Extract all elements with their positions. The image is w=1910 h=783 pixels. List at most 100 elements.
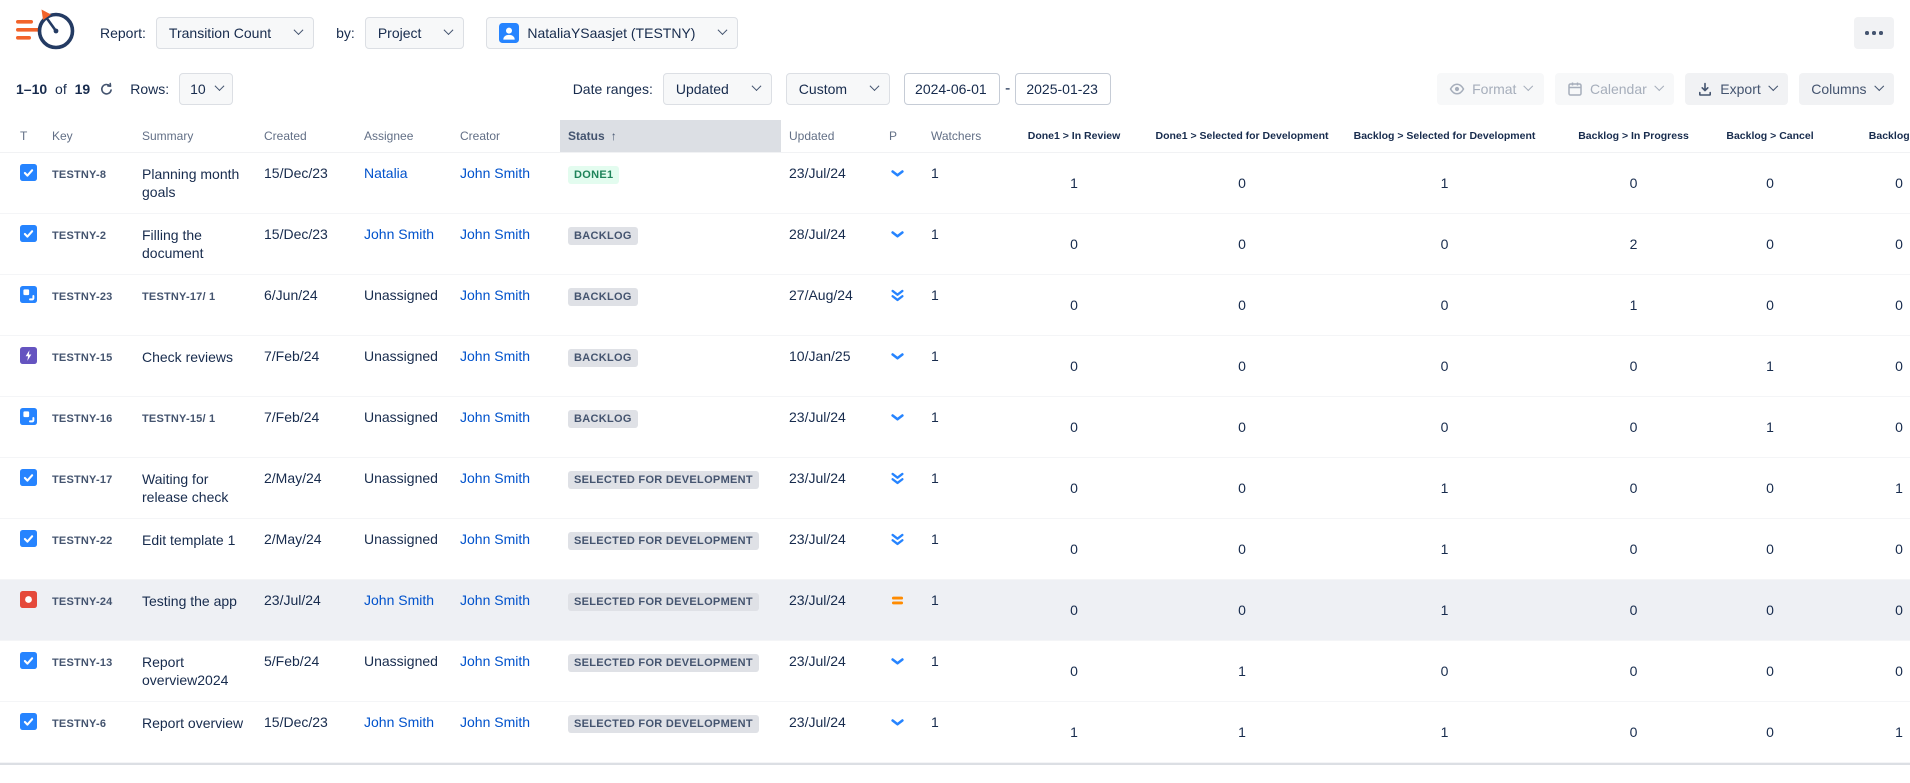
- format-button[interactable]: Format: [1437, 73, 1544, 105]
- transition-count-cell-2: 0: [1337, 641, 1552, 702]
- assignee-link[interactable]: John Smith: [364, 592, 434, 608]
- export-button[interactable]: Export: [1685, 73, 1788, 105]
- watchers-count: 1: [931, 348, 939, 364]
- created-cell: 2/May/24: [256, 519, 356, 580]
- report-label: Report:: [100, 25, 146, 41]
- creator-link[interactable]: John Smith: [460, 653, 530, 669]
- assignee-link[interactable]: John Smith: [364, 714, 434, 730]
- by-label: by:: [336, 25, 355, 41]
- issue-row-testny-6[interactable]: TESTNY-6Report overview15/Dec/23John Smi…: [0, 702, 1910, 763]
- issue-key: TESTNY-8: [52, 169, 106, 181]
- created-cell: 15/Dec/23: [256, 702, 356, 763]
- transition-count-cell-4: 1: [1715, 397, 1825, 458]
- group-by-select[interactable]: Project: [365, 17, 465, 49]
- date-separator: -: [1005, 80, 1010, 98]
- column-header-p[interactable]: P: [881, 120, 923, 153]
- assignee-link[interactable]: John Smith: [364, 226, 434, 242]
- column-header-t[interactable]: T: [0, 120, 44, 153]
- transition-count-cell-4: 1: [1715, 336, 1825, 397]
- column-header-watchers[interactable]: Watchers: [923, 120, 1001, 153]
- column-header-backlog-in-progress[interactable]: Backlog > In Progress: [1552, 120, 1715, 153]
- project-select[interactable]: NataliaYSaasjet (TESTNY): [486, 17, 738, 49]
- transition-count-cell-2: 0: [1337, 397, 1552, 458]
- chevron-down-icon: [1654, 81, 1663, 90]
- updated-cell: 23/Jul/24: [781, 702, 881, 763]
- creator-link[interactable]: John Smith: [460, 470, 530, 486]
- chevron-down-icon: [1874, 81, 1883, 90]
- assignee-link[interactable]: Natalia: [364, 165, 408, 181]
- column-header-creator[interactable]: Creator: [452, 120, 560, 153]
- priority-lowest-icon: [889, 531, 906, 548]
- transition-count-cell-0: 0: [1001, 519, 1147, 580]
- created-cell: 23/Jul/24: [256, 580, 356, 641]
- transition-count-cell-5: 0: [1825, 153, 1910, 214]
- transition-count-cell-2: 0: [1337, 214, 1552, 275]
- transition-count-cell-3: 0: [1552, 702, 1715, 763]
- creator-link[interactable]: John Smith: [460, 409, 530, 425]
- updated-date: 23/Jul/24: [789, 409, 846, 425]
- report-type-select[interactable]: Transition Count: [156, 17, 314, 49]
- created-cell: 15/Dec/23: [256, 153, 356, 214]
- calendar-button[interactable]: Calendar: [1555, 73, 1674, 105]
- assignee-text: Unassigned: [364, 287, 438, 303]
- priority-low-icon: [889, 226, 906, 243]
- created-cell: 7/Feb/24: [256, 397, 356, 458]
- priority-cell: [881, 702, 923, 763]
- creator-link[interactable]: John Smith: [460, 348, 530, 364]
- status-cell: DONE1: [560, 153, 781, 214]
- column-header-done1-in-review[interactable]: Done1 > In Review: [1001, 120, 1147, 153]
- date-from-input[interactable]: [904, 73, 1000, 105]
- column-header-updated[interactable]: Updated: [781, 120, 881, 153]
- watchers-cell: 1: [923, 336, 1001, 397]
- issue-row-testny-2[interactable]: TESTNY-2Filling the document15/Dec/23Joh…: [0, 214, 1910, 275]
- creator-link[interactable]: John Smith: [460, 531, 530, 547]
- issue-summary-cell: Waiting for release check: [134, 458, 256, 519]
- creator-link[interactable]: John Smith: [460, 226, 530, 242]
- transition-count-cell-1: 0: [1147, 153, 1337, 214]
- assignee-cell: Unassigned: [356, 641, 452, 702]
- rows-per-page-select[interactable]: 10: [179, 73, 233, 105]
- column-header-backlog-cancel[interactable]: Backlog > Cancel: [1715, 120, 1825, 153]
- date-mode-select[interactable]: Custom: [786, 73, 890, 105]
- issue-row-testny-13[interactable]: TESTNY-13Report overview20245/Feb/24Unas…: [0, 641, 1910, 702]
- issue-type-cell: [0, 641, 44, 702]
- column-header-backlog-c[interactable]: Backlog > C: [1825, 120, 1910, 153]
- issue-summary-cell: Report overview2024: [134, 641, 256, 702]
- creator-link[interactable]: John Smith: [460, 714, 530, 730]
- transition-count-cell-3: 0: [1552, 153, 1715, 214]
- creator-link[interactable]: John Smith: [460, 165, 530, 181]
- table-header-row: TKeySummaryCreatedAssigneeCreatorStatus↑…: [0, 120, 1910, 153]
- date-to-input[interactable]: [1015, 73, 1111, 105]
- watchers-count: 1: [931, 409, 939, 425]
- column-header-created[interactable]: Created: [256, 120, 356, 153]
- more-options-button[interactable]: [1854, 17, 1894, 49]
- column-header-key[interactable]: Key: [44, 120, 134, 153]
- columns-button[interactable]: Columns: [1799, 73, 1894, 105]
- project-avatar-icon: [499, 23, 519, 43]
- creator-link[interactable]: John Smith: [460, 287, 530, 303]
- column-header-done1-selected-for-development[interactable]: Done1 > Selected for Development: [1147, 120, 1337, 153]
- column-header-backlog-selected-for-development[interactable]: Backlog > Selected for Development: [1337, 120, 1552, 153]
- issue-row-testny-8[interactable]: TESTNY-8Planning month goals15/Dec/23Nat…: [0, 153, 1910, 214]
- issue-row-testny-17[interactable]: TESTNY-17Waiting for release check2/May/…: [0, 458, 1910, 519]
- creator-link[interactable]: John Smith: [460, 592, 530, 608]
- issue-row-testny-16[interactable]: TESTNY-16TESTNY-15/ 17/Feb/24UnassignedJ…: [0, 397, 1910, 458]
- created-date: 23/Jul/24: [264, 592, 321, 608]
- column-header-summary[interactable]: Summary: [134, 120, 256, 153]
- updated-date: 23/Jul/24: [789, 470, 846, 486]
- created-cell: 5/Feb/24: [256, 641, 356, 702]
- creator-cell: John Smith: [452, 702, 560, 763]
- transition-count-cell-4: 0: [1715, 458, 1825, 519]
- issue-type-cell: [0, 580, 44, 641]
- pagination-range: 1–10: [16, 81, 47, 97]
- issue-row-testny-24[interactable]: TESTNY-24Testing the app23/Jul/24John Sm…: [0, 580, 1910, 641]
- issue-row-testny-22[interactable]: TESTNY-22Edit template 12/May/24Unassign…: [0, 519, 1910, 580]
- refresh-button[interactable]: [99, 82, 114, 97]
- transition-count-cell-3: 0: [1552, 580, 1715, 641]
- column-header-status[interactable]: Status↑: [560, 120, 781, 153]
- issue-row-testny-15[interactable]: TESTNY-15Check reviews7/Feb/24Unassigned…: [0, 336, 1910, 397]
- issue-row-testny-23[interactable]: TESTNY-23TESTNY-17/ 16/Jun/24UnassignedJ…: [0, 275, 1910, 336]
- date-field-select[interactable]: Updated: [663, 73, 772, 105]
- column-header-assignee[interactable]: Assignee: [356, 120, 452, 153]
- task-issue-type-icon: [20, 652, 37, 669]
